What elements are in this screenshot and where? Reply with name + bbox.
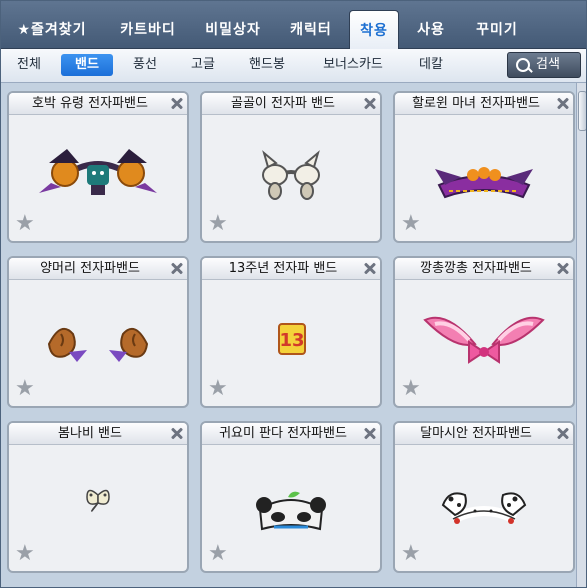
item-title: 귀요미 판다 전자파밴드 [202, 423, 380, 445]
panda-band-icon [256, 491, 326, 531]
subtab-hand-stick[interactable]: 핸드봉 [239, 54, 295, 76]
butterfly-band-icon [86, 489, 110, 512]
tab-secret-box[interactable]: 비밀상자 [193, 14, 273, 46]
subtab-band[interactable]: 밴드 [61, 54, 113, 76]
favorite-star-icon[interactable]: ★ [208, 378, 230, 400]
item-card[interactable]: 골골이 전자파 밴드 ★ [200, 91, 382, 243]
favorite-star-icon[interactable]: ★ [401, 213, 423, 235]
item-title: 호박 유령 전자파밴드 [9, 93, 187, 115]
item-title: 할로윈 마녀 전자파밴드 [395, 93, 573, 115]
search-icon [516, 58, 530, 72]
item-card[interactable]: 호박 유령 전자파밴드 ★ [7, 91, 189, 243]
item-title: 13주년 전자파 밴드 [202, 258, 380, 280]
favorite-star-icon[interactable]: ★ [401, 543, 423, 565]
item-grid-scrollbar[interactable] [576, 83, 586, 587]
subtab-balloon[interactable]: 풍선 [123, 54, 167, 76]
favorite-star-icon[interactable]: ★ [15, 378, 37, 400]
favorite-star-icon[interactable]: ★ [401, 378, 423, 400]
tab-wear[interactable]: 착용 [349, 10, 399, 49]
item-card[interactable]: 달마시안 전자파밴드 ★ [393, 421, 575, 573]
subtab-bonus-card[interactable]: 보너스카드 [313, 54, 393, 76]
subtab-goggle[interactable]: 고글 [181, 54, 225, 76]
close-icon[interactable] [168, 95, 185, 112]
tab-favorites[interactable]: ★즐겨찾기 [9, 14, 95, 46]
dalmatian-band-icon [441, 492, 527, 524]
shop-window: ★즐겨찾기 카트바디 비밀상자 캐릭터 착용 사용 꾸미기 전체 밴드 풍선 고… [0, 0, 587, 588]
item-card[interactable]: 봄나비 밴드 ★ [7, 421, 189, 573]
close-icon[interactable] [554, 95, 571, 112]
search-button[interactable]: 검색 [507, 52, 581, 78]
category-tab-bar: ★즐겨찾기 카트바디 비밀상자 캐릭터 착용 사용 꾸미기 [1, 1, 586, 49]
tab-decorate[interactable]: 꾸미기 [467, 14, 527, 46]
witch-hat-band-icon [435, 167, 533, 199]
cat-paw-band-icon [262, 150, 320, 200]
close-icon[interactable] [168, 260, 185, 277]
item-title: 깡총깡총 전자파밴드 [395, 258, 573, 280]
close-icon[interactable] [168, 425, 185, 442]
close-icon[interactable] [361, 95, 378, 112]
sheep-head-band-icon [47, 327, 149, 362]
bunny-ear-band-icon [423, 316, 545, 364]
item-card[interactable]: 13주년 전자파 밴드 13 ★ [200, 256, 382, 408]
favorite-star-icon[interactable]: ★ [15, 213, 37, 235]
subcategory-bar: 전체 밴드 풍선 고글 핸드봉 보너스카드 데칼 검색 [1, 49, 586, 83]
tab-kart-body[interactable]: 카트바디 [107, 14, 189, 46]
svg-text:13: 13 [279, 330, 304, 351]
13th-anniversary-band-icon: 13 [278, 323, 306, 355]
favorite-star-icon[interactable]: ★ [208, 213, 230, 235]
item-card[interactable]: 할로윈 마녀 전자파밴드 ★ [393, 91, 575, 243]
item-title: 달마시안 전자파밴드 [395, 423, 573, 445]
pumpkin-ghost-band-icon [39, 149, 157, 195]
search-button-label: 검색 [536, 57, 560, 72]
tab-character[interactable]: 캐릭터 [277, 14, 345, 46]
item-title: 골골이 전자파 밴드 [202, 93, 380, 115]
close-icon[interactable] [361, 260, 378, 277]
close-icon[interactable] [554, 425, 571, 442]
item-title: 양머리 전자파밴드 [9, 258, 187, 280]
item-card[interactable]: 양머리 전자파밴드 ★ [7, 256, 189, 408]
close-icon[interactable] [554, 260, 571, 277]
tab-use[interactable]: 사용 [405, 14, 457, 46]
close-icon[interactable] [361, 425, 378, 442]
item-card[interactable]: 깡총깡총 전자파밴드 ★ [393, 256, 575, 408]
favorite-star-icon[interactable]: ★ [208, 543, 230, 565]
scrollbar-thumb[interactable] [578, 91, 586, 131]
subtab-all[interactable]: 전체 [9, 54, 49, 76]
item-grid: 호박 유령 전자파밴드 ★ 골골이 전자파 밴드 ★ 할로윈 마녀 전자파밴드 … [1, 83, 576, 587]
favorite-star-icon[interactable]: ★ [15, 543, 37, 565]
item-card[interactable]: 귀요미 판다 전자파밴드 ★ [200, 421, 382, 573]
subtab-decal[interactable]: 데칼 [409, 54, 453, 76]
item-title: 봄나비 밴드 [9, 423, 187, 445]
